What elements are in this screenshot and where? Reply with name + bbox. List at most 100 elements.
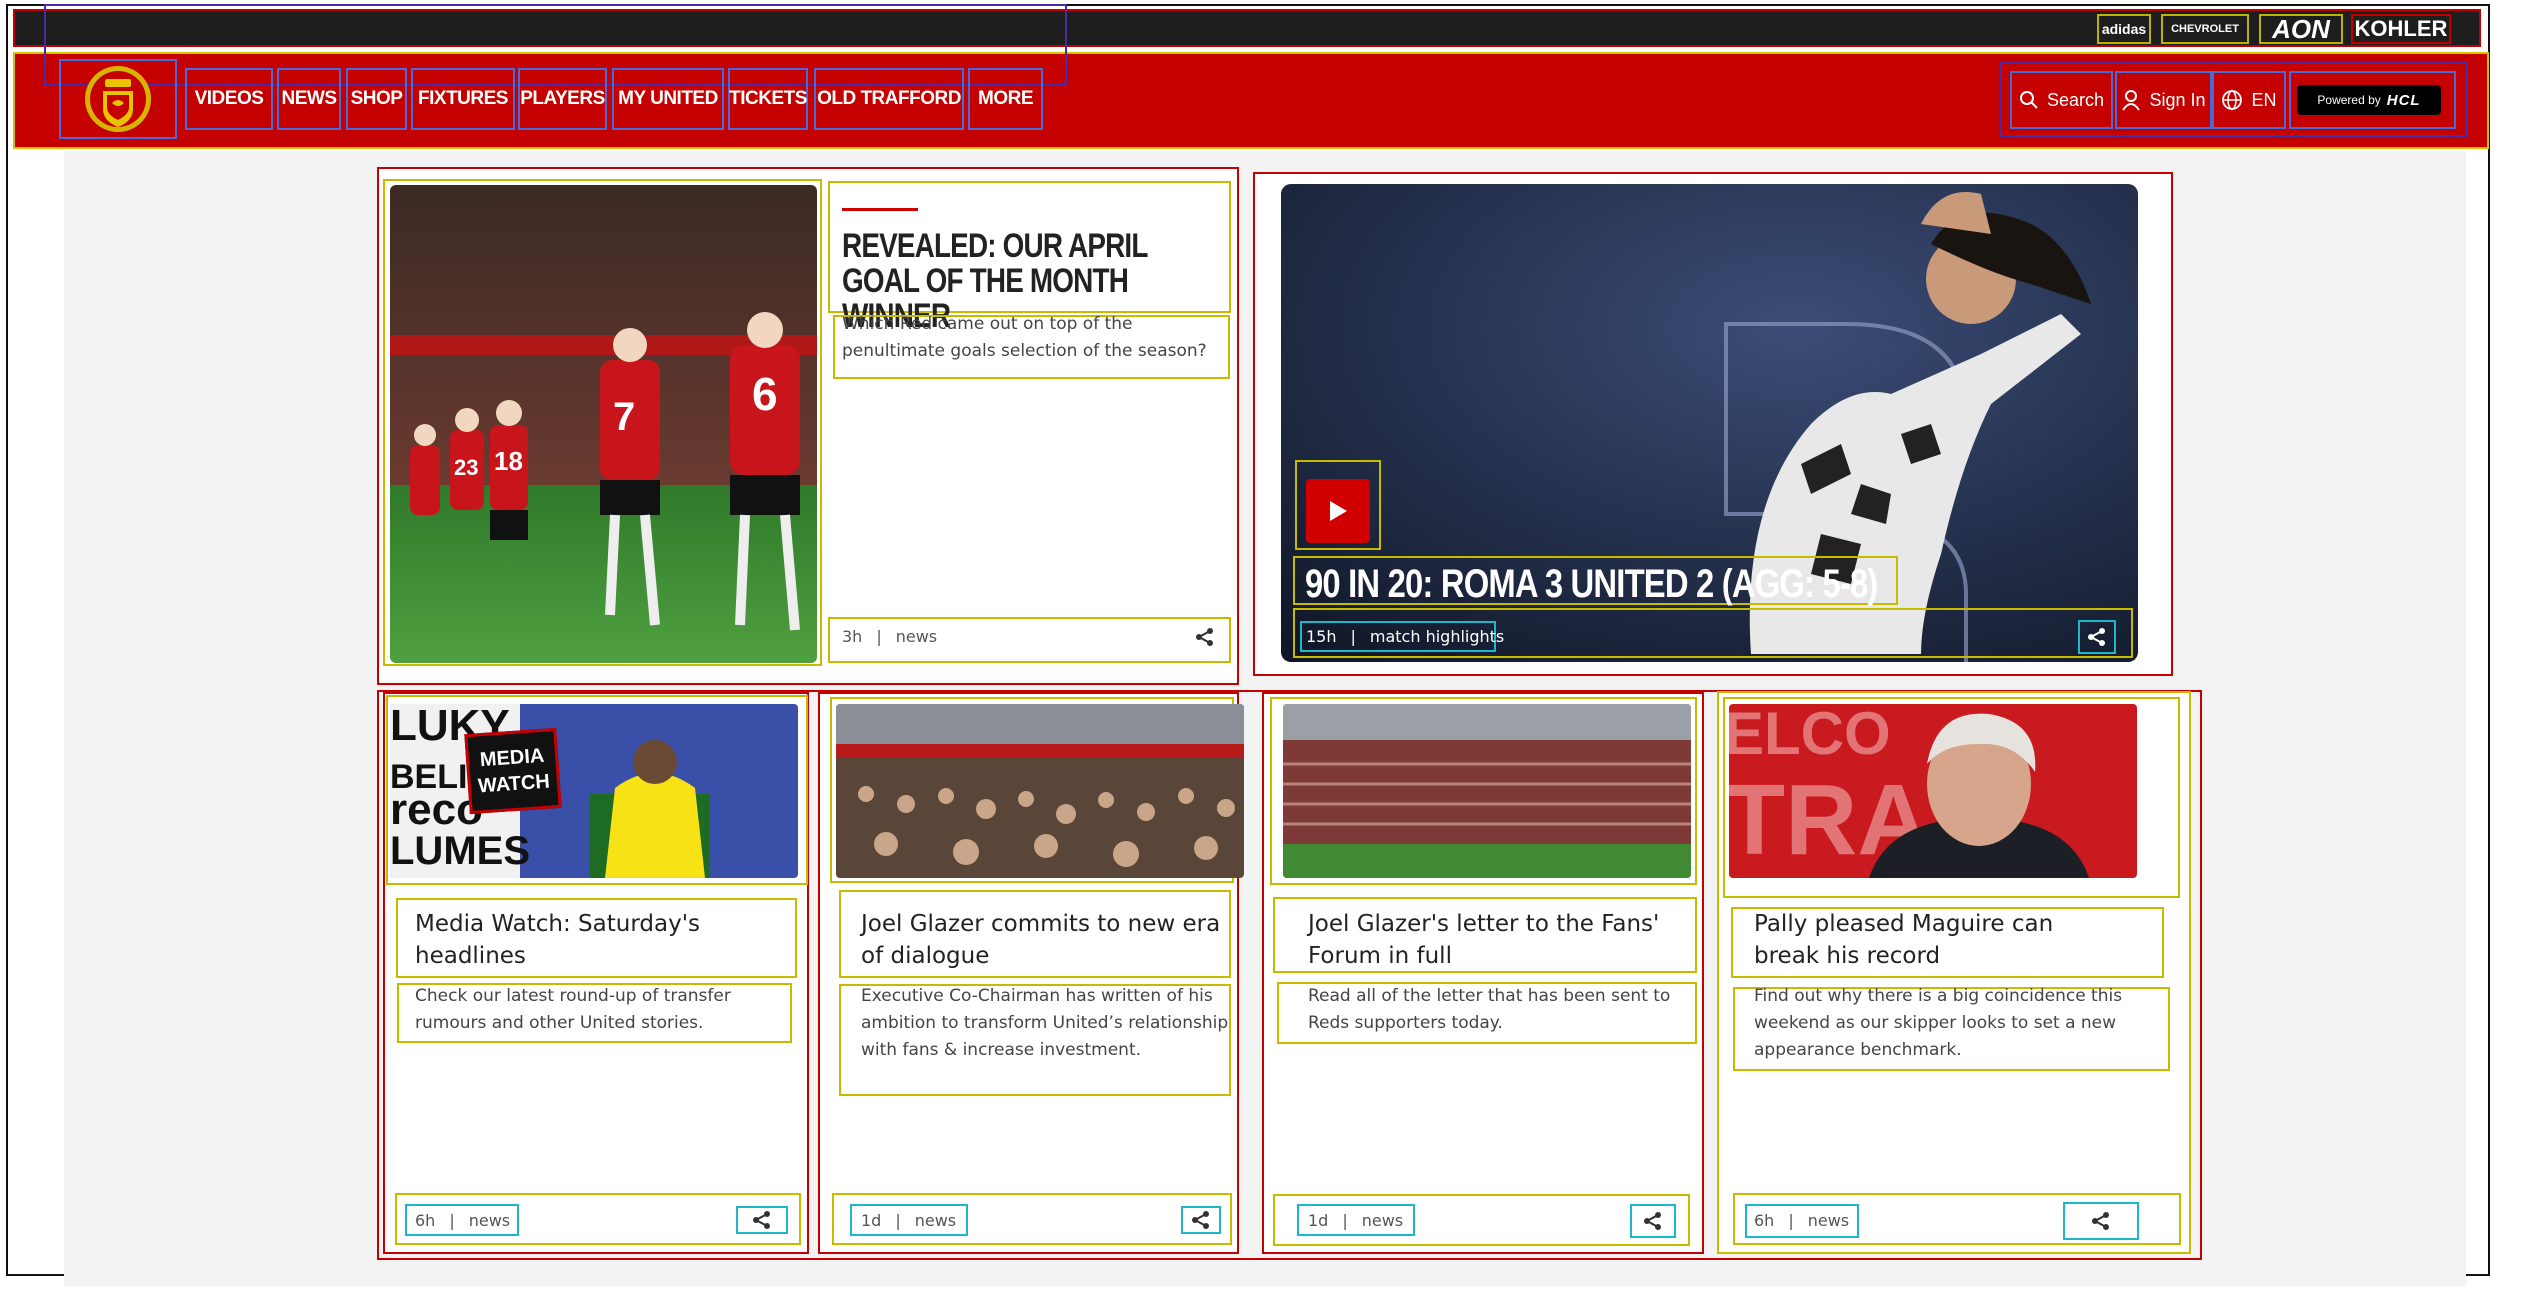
video-age: 15h [1306, 627, 1337, 646]
nav-more[interactable]: MORE [968, 68, 1043, 130]
nav-old-trafford[interactable]: OLD TRAFFORD [814, 68, 964, 130]
search-icon [2019, 91, 2038, 109]
card-share-button[interactable] [736, 1206, 788, 1234]
nav-tickets-label: TICKETS [729, 88, 807, 109]
meta-separator: | [1788, 1211, 1794, 1230]
sign-in-label: Sign In [2149, 89, 2206, 110]
search-label: Search [2046, 89, 2105, 110]
nav-my-united[interactable]: MY UNITED [612, 68, 724, 130]
video-headline[interactable]: 90 IN 20: ROMA 3 UNITED 2 (AGG: 5-8) [1305, 564, 1895, 604]
nav-players-label: PLAYERS [520, 88, 605, 109]
nav-more-label: MORE [978, 88, 1034, 109]
chevrolet-logo[interactable]: CHEVROLET [2161, 14, 2249, 44]
kohler-logo[interactable]: KOHLER [2351, 14, 2451, 44]
card-category: news [1807, 1211, 1850, 1230]
nav-fixtures[interactable]: FIXTURES [411, 68, 515, 130]
video-category: match highlights [1369, 627, 1505, 646]
hero-age: 3h [842, 627, 863, 646]
card-title[interactable]: Joel Glazer's letter to the Fans' Forum … [1308, 908, 1678, 972]
card-image[interactable] [836, 704, 1244, 878]
nav-shop-label: SHOP [350, 88, 403, 109]
share-icon [2092, 1212, 2109, 1230]
card-description: Read all of the letter that has been sen… [1308, 986, 1671, 1033]
nav-tickets[interactable]: TICKETS [728, 68, 808, 130]
share-icon [753, 1211, 770, 1229]
svg-text:23: 23 [454, 455, 478, 480]
language-label: EN [2251, 89, 2277, 110]
meta-separator: | [1342, 1211, 1348, 1230]
card-title[interactable]: Pally pleased Maguire can break his reco… [1754, 908, 2124, 972]
meta-separator: | [895, 1211, 901, 1230]
card-category: news [914, 1211, 957, 1230]
empty-stadium-image [1283, 704, 1691, 878]
card-title[interactable]: Media Watch: Saturday's headlines [415, 908, 785, 972]
hero-category: news [895, 627, 938, 646]
video-meta: 15h | match highlights [1306, 627, 1504, 646]
card-meta: 6h | news [415, 1211, 510, 1230]
media-watch-badge-line2: WATCH [477, 770, 551, 798]
card-category: news [1361, 1211, 1404, 1230]
language-button[interactable]: EN [2212, 71, 2286, 129]
aon-logo[interactable]: AON [2259, 14, 2343, 44]
svg-text:6: 6 [752, 368, 778, 420]
card-category: news [468, 1211, 511, 1230]
card-title[interactable]: Joel Glazer commits to new era of dialog… [861, 908, 1231, 972]
share-icon [1644, 1212, 1661, 1230]
hero-accent-line [842, 208, 918, 211]
card-age: 1d [1308, 1211, 1329, 1230]
hcl-logo: HCL [2386, 91, 2421, 109]
user-icon [2122, 90, 2141, 111]
card-share-button[interactable] [1181, 1206, 1221, 1234]
card-age: 6h [1754, 1211, 1775, 1230]
share-icon [1192, 1211, 1209, 1229]
sign-in-button[interactable]: Sign In [2115, 71, 2212, 129]
fans-in-stadium-image [836, 704, 1244, 878]
powered-by-label: Powered by [2317, 93, 2381, 107]
play-icon [1330, 501, 1347, 521]
chevrolet-label: CHEVROLET [2171, 23, 2239, 35]
nav-videos[interactable]: VIDEOS [185, 68, 273, 130]
card-share-button[interactable] [2063, 1202, 2139, 1240]
nav-my-united-label: MY UNITED [618, 88, 718, 109]
powered-by-hcl[interactable]: Powered by HCL [2297, 85, 2441, 115]
play-button[interactable] [1306, 479, 1370, 543]
nav-news-label: NEWS [281, 88, 338, 109]
hero-image[interactable]: 7 6 18 23 [390, 185, 817, 663]
card-meta: 1d | news [1308, 1211, 1403, 1230]
card-meta: 6h | news [1754, 1211, 1849, 1230]
players-celebrating-image: 7 6 18 23 [390, 185, 817, 663]
share-icon [1196, 628, 1213, 646]
nav-old-trafford-label: OLD TRAFFORD [817, 88, 961, 109]
club-crest-logo[interactable] [59, 59, 177, 139]
hero-description: Which Red came out on top of the penulti… [842, 314, 1207, 361]
pallister-portrait-image: ELCO TRA [1729, 704, 2137, 878]
nav-shop[interactable]: SHOP [346, 68, 407, 130]
card-description: Executive Co-Chairman has written of his… [861, 986, 1229, 1060]
card-image[interactable]: ELCO TRA [1729, 704, 2137, 878]
adidas-label: adidas [2101, 21, 2147, 37]
card-age: 6h [415, 1211, 436, 1230]
media-watch-image: LUKY BELIEV reco LUMES [390, 704, 798, 878]
svg-text:ELCO: ELCO [1729, 704, 1891, 767]
hero-share-button[interactable] [1191, 623, 1219, 651]
adidas-logo[interactable]: adidas [2097, 14, 2151, 44]
card-image[interactable]: LUKY BELIEV reco LUMES [390, 704, 798, 878]
svg-text:7: 7 [613, 395, 635, 439]
card-share-button[interactable] [1630, 1204, 1676, 1238]
search-button[interactable]: Search [2010, 71, 2113, 129]
meta-separator: | [1350, 627, 1356, 646]
card-description: Check our latest round-up of transfer ru… [415, 986, 731, 1033]
card-meta: 1d | news [861, 1211, 956, 1230]
globe-icon [2222, 90, 2243, 110]
crest-icon [85, 66, 151, 132]
kohler-label: KOHLER [2354, 16, 2448, 41]
card-age: 1d [861, 1211, 882, 1230]
nav-news[interactable]: NEWS [277, 68, 341, 130]
card-image[interactable] [1283, 704, 1691, 878]
nav-players[interactable]: PLAYERS [518, 68, 607, 130]
hero-meta: 3h | news [842, 627, 937, 646]
card-description: Find out why there is a big coincidence … [1754, 986, 2123, 1060]
aon-label: AON [2272, 13, 2330, 44]
media-watch-badge: MEDIA WATCH [464, 727, 562, 815]
video-share-button[interactable] [2078, 620, 2116, 654]
